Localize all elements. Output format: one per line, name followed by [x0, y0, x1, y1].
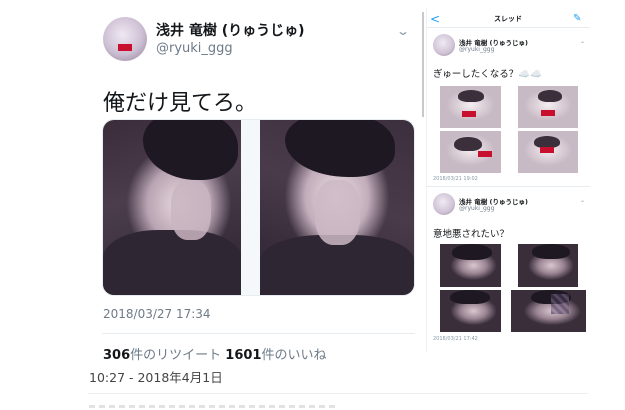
avatar[interactable]: [103, 17, 147, 61]
thread-photo[interactable]: [518, 131, 578, 173]
tweet-stats[interactable]: 306件のリツイート 1601件のいいね: [103, 344, 327, 363]
thread-timestamp: 2018/03/21 17:42: [433, 336, 478, 342]
chevron-down-icon[interactable]: ⌄: [396, 24, 410, 38]
thread-handle[interactable]: @ryuki_ggg: [459, 205, 494, 212]
thread-handle[interactable]: @ryuki_ggg: [459, 46, 494, 53]
thread-photo[interactable]: [440, 290, 501, 332]
thread-photo[interactable]: [440, 131, 501, 173]
retweet-label: 件のリツイート: [130, 348, 222, 363]
tweet-photo-1[interactable]: [103, 120, 241, 295]
tweet-photo-grid: [102, 119, 415, 296]
user-handle[interactable]: @ryuki_ggg: [156, 41, 233, 56]
thread-tweet-text: 意地悪されたい？: [433, 229, 510, 240]
thread-photo[interactable]: [511, 290, 586, 332]
display-name[interactable]: 浅井 竜樹 (りゅうじゅ): [156, 20, 305, 40]
thread-tweet-text: ぎゅーしたくなる？☁️☁️: [433, 69, 542, 80]
thread-avatar[interactable]: [433, 193, 455, 215]
truncated-text: [89, 405, 339, 408]
divider: [426, 27, 590, 28]
thread-title: スレッド: [494, 15, 522, 23]
thread-timestamp: 2018/03/21 19:02: [433, 176, 478, 182]
post-timestamp: 10:27 - 2018年4月1日: [89, 370, 223, 385]
thread-photo[interactable]: [440, 86, 501, 128]
divider: [102, 333, 415, 334]
divider: [88, 393, 588, 394]
thread-photo[interactable]: [440, 244, 501, 287]
chevron-left-icon[interactable]: <: [430, 12, 440, 26]
thread-photo[interactable]: [518, 244, 578, 287]
tweet-photo-2[interactable]: [260, 120, 414, 295]
feather-icon[interactable]: ✎: [573, 13, 581, 24]
thread-avatar[interactable]: [433, 34, 455, 56]
tweet-text: 俺だけ見てろ。: [103, 91, 258, 116]
tweet-timestamp: 2018/03/27 17:34: [103, 307, 211, 321]
shirt-logo: [118, 44, 132, 51]
chevron-down-icon[interactable]: ⌄: [580, 197, 585, 204]
like-label: 件のいいね: [261, 348, 327, 363]
like-count[interactable]: 1601: [225, 348, 261, 363]
thread-photo[interactable]: [518, 86, 578, 128]
retweet-count[interactable]: 306: [103, 348, 130, 363]
chevron-down-icon[interactable]: ⌄: [580, 38, 585, 45]
scrollbar[interactable]: [422, 12, 424, 117]
divider: [426, 186, 590, 187]
